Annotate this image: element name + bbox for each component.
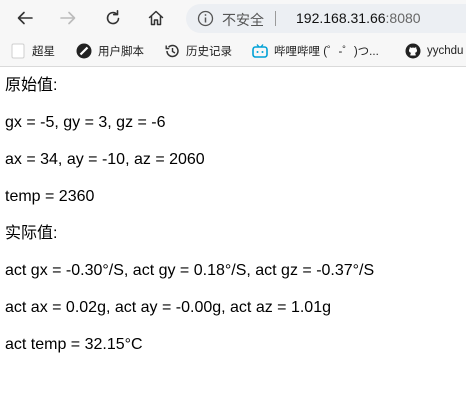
bookmark-github[interactable]: yychdu xyxy=(405,42,463,60)
bookmark-bilibili[interactable]: 哔哩哔哩 (゜-゜)つ... xyxy=(252,42,379,60)
raw-gyro-line: gx = -5, gy = 3, gz = -6 xyxy=(5,114,166,131)
bookmark-label: yychdu xyxy=(427,45,464,57)
bookmark-label: 历史记录 xyxy=(186,46,232,58)
bookmark-label: 超星 xyxy=(32,46,55,58)
home-icon xyxy=(148,10,164,26)
bookmark-history[interactable]: 历史记录 xyxy=(164,42,232,60)
history-icon xyxy=(164,43,180,59)
url-port: :8080 xyxy=(385,10,421,26)
url-host: 192.168.31.66 xyxy=(296,10,386,26)
actual-gyro-line: act gx = -0.30°/S, act gy = 0.18°/S, act… xyxy=(5,262,375,279)
raw-temp-line: temp = 2360 xyxy=(5,188,95,205)
reload-icon xyxy=(106,10,120,25)
home-button[interactable] xyxy=(143,6,169,30)
reload-button[interactable] xyxy=(100,6,126,30)
address-divider xyxy=(275,11,276,26)
address-bar[interactable]: 不安全 192.168.31.66:8080 xyxy=(186,4,466,33)
bilibili-icon xyxy=(252,43,268,59)
tampermonkey-icon xyxy=(76,43,92,59)
actual-temp-line: act temp = 32.15°C xyxy=(5,336,143,353)
bookmark-userscripts[interactable]: 用户脚本 xyxy=(76,42,144,60)
forward-button[interactable] xyxy=(55,6,81,30)
bookmark-chaoxing[interactable]: 超星 xyxy=(10,42,55,60)
page-content: 原始值: gx = -5, gy = 3, gz = -6 ax = 34, a… xyxy=(5,67,463,363)
forward-arrow-icon xyxy=(60,11,76,25)
bookmarks-bar: 超星 用户脚本 历史记录 哔哩哔哩 (゜-゜)つ... yychdu xyxy=(0,36,466,67)
back-arrow-icon xyxy=(17,11,33,25)
actual-accel-line: act ax = 0.02g, act ay = -0.00g, act az … xyxy=(5,299,331,316)
raw-values-heading: 原始值: xyxy=(5,77,58,94)
url-text[interactable]: 192.168.31.66:8080 xyxy=(296,10,421,26)
github-icon xyxy=(405,43,421,59)
info-icon xyxy=(197,10,214,27)
raw-accel-line: ax = 34, ay = -10, az = 2060 xyxy=(5,151,205,168)
actual-values-heading: 实际值: xyxy=(5,225,58,242)
back-button[interactable] xyxy=(12,6,38,30)
bookmark-label: 用户脚本 xyxy=(98,46,144,58)
blank-page-icon xyxy=(10,43,26,59)
security-warning: 不安全 xyxy=(222,12,264,28)
site-info-button[interactable] xyxy=(197,10,214,32)
browser-toolbar: 不安全 192.168.31.66:8080 xyxy=(0,0,466,36)
bookmark-label: 哔哩哔哩 (゜-゜)つ... xyxy=(274,46,379,58)
